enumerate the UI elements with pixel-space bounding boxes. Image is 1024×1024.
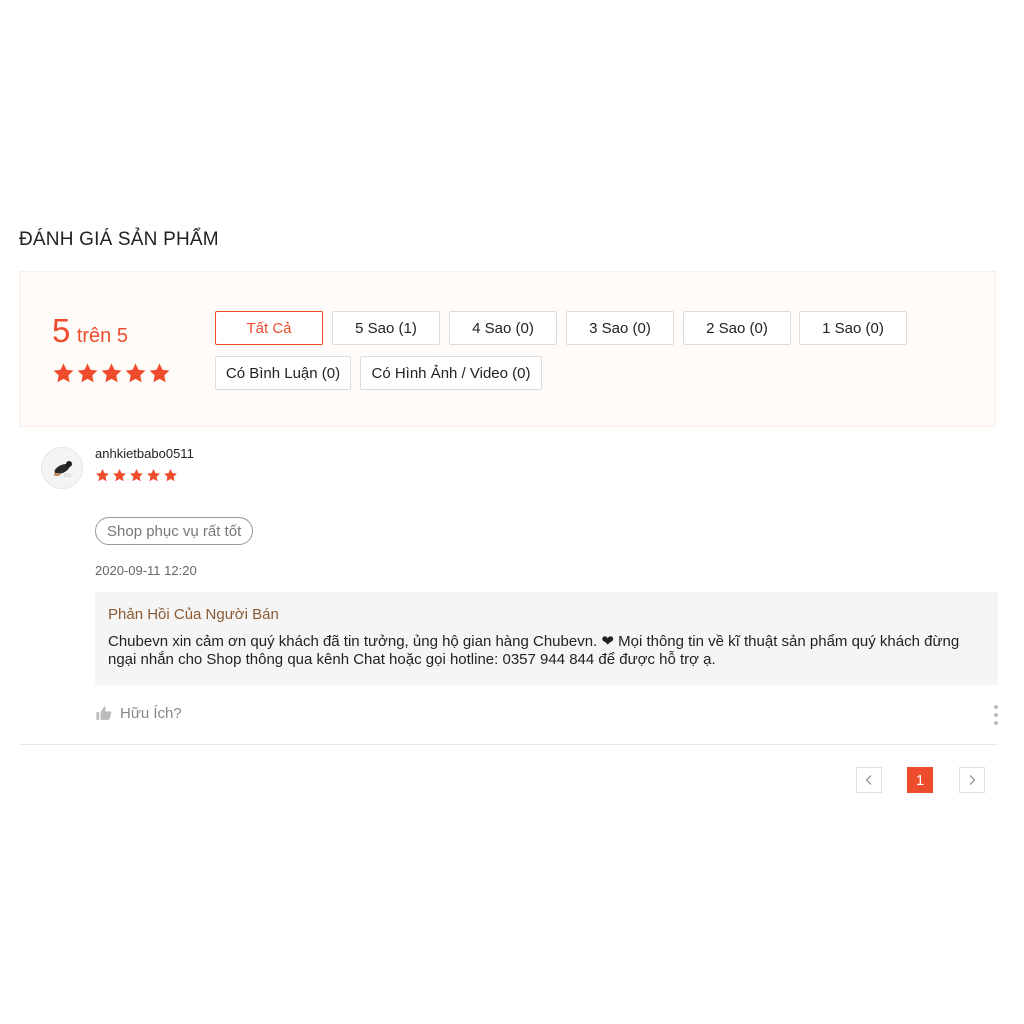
filter-1-star-button[interactable]: 1 Sao (0) bbox=[799, 311, 907, 345]
section-title: ĐÁNH GIÁ SẢN PHẨM bbox=[19, 229, 219, 250]
seller-reply-title: Phản Hồi Của Người Bán bbox=[108, 606, 279, 623]
thumbs-up-icon bbox=[96, 706, 112, 720]
review-timestamp: 2020-09-11 12:20 bbox=[95, 563, 197, 578]
page-number-current[interactable]: 1 bbox=[907, 767, 933, 793]
star-icon bbox=[147, 468, 160, 482]
star-icon bbox=[101, 363, 122, 383]
seller-reply-text: Chubevn xin cảm ơn quý khách đã tin tưởn… bbox=[108, 633, 985, 669]
star-icon bbox=[113, 468, 126, 482]
avatar-image bbox=[42, 448, 82, 488]
seller-reply-line: Chubevn xin cảm ơn quý khách đã tin tưởn… bbox=[108, 633, 960, 650]
next-page-button[interactable] bbox=[959, 767, 985, 793]
star-icon bbox=[53, 363, 74, 383]
star-icon bbox=[96, 468, 109, 482]
rating-overview-panel bbox=[19, 271, 996, 427]
reviewer-username[interactable]: anhkietbabo0511 bbox=[95, 446, 194, 461]
overall-score: 5 trên 5 bbox=[52, 312, 128, 350]
star-icon bbox=[125, 363, 146, 383]
filter-with-comment-button[interactable]: Có Bình Luận (0) bbox=[215, 356, 351, 390]
helpful-label: Hữu Ích? bbox=[120, 705, 182, 722]
prev-page-button[interactable] bbox=[856, 767, 882, 793]
filter-3-star-button[interactable]: 3 Sao (0) bbox=[566, 311, 674, 345]
review-tag: Shop phục vụ rất tốt bbox=[95, 517, 254, 545]
filter-4-star-button[interactable]: 4 Sao (0) bbox=[449, 311, 557, 345]
filter-with-media-button[interactable]: Có Hình Ảnh / Video (0) bbox=[360, 356, 542, 390]
score-value: 5 bbox=[52, 312, 71, 349]
chevron-right-icon bbox=[969, 775, 976, 785]
review-stars bbox=[95, 468, 178, 483]
avatar[interactable] bbox=[41, 447, 83, 489]
seller-reply-line: ngại nhắn cho Shop thông qua kênh Chat h… bbox=[108, 651, 716, 668]
filter-5-star-button[interactable]: 5 Sao (1) bbox=[332, 311, 440, 345]
divider bbox=[19, 744, 998, 745]
filter-all-button[interactable]: Tất Cả bbox=[215, 311, 323, 345]
star-icon bbox=[164, 468, 177, 482]
filter-2-star-button[interactable]: 2 Sao (0) bbox=[683, 311, 791, 345]
star-icon bbox=[77, 363, 98, 383]
overall-stars bbox=[52, 362, 171, 388]
star-icon bbox=[149, 363, 170, 383]
more-options-icon[interactable] bbox=[990, 705, 1002, 725]
star-icon bbox=[130, 468, 143, 482]
helpful-button[interactable]: Hữu Ích? bbox=[95, 705, 182, 722]
score-suffix: trên 5 bbox=[76, 325, 128, 347]
chevron-left-icon bbox=[865, 775, 872, 785]
seller-reply: Phản Hồi Của Người Bán Chubevn xin cảm ơ… bbox=[95, 592, 998, 685]
